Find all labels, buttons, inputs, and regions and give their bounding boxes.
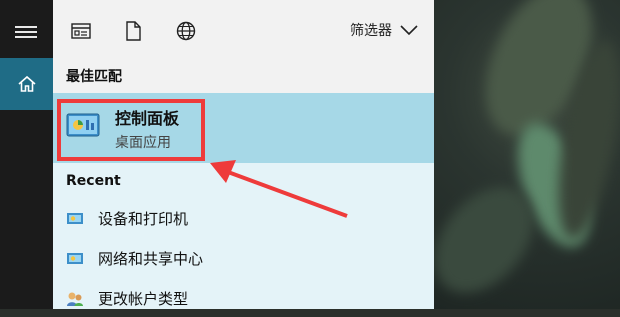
filter-dropdown[interactable]: 筛选器	[350, 20, 418, 40]
menu-icon[interactable]	[15, 24, 37, 40]
search-panel: 筛选器 最佳匹配 控制面板 桌面应用 Recent 设备和打印机 网络和共享中心…	[53, 0, 434, 309]
list-item[interactable]: 更改帐户类型	[53, 281, 434, 317]
document-view-icon[interactable]	[70, 20, 92, 42]
globe-icon[interactable]	[175, 20, 197, 42]
list-item[interactable]: 网络和共享中心	[53, 241, 434, 277]
best-match-item[interactable]: 控制面板 桌面应用	[53, 93, 434, 163]
left-rail	[0, 0, 53, 309]
recent-heading: Recent	[66, 173, 121, 189]
toolbar: 筛选器	[53, 0, 434, 58]
file-icon[interactable]	[122, 20, 144, 42]
chevron-down-icon	[400, 25, 418, 36]
devices-printers-icon	[67, 213, 83, 224]
best-match-title: 控制面板	[115, 109, 180, 128]
recent-section: Recent 设备和打印机 网络和共享中心 更改帐户类型	[53, 163, 434, 309]
network-sharing-icon	[67, 253, 83, 264]
home-button[interactable]	[0, 58, 53, 110]
filter-label: 筛选器	[350, 23, 392, 39]
list-item-label: 网络和共享中心	[98, 250, 204, 268]
control-panel-icon	[66, 113, 100, 137]
home-icon	[18, 75, 36, 92]
list-item[interactable]: 设备和打印机	[53, 201, 434, 237]
best-match-heading: 最佳匹配	[66, 69, 122, 85]
list-item-label: 设备和打印机	[98, 210, 189, 228]
user-accounts-icon	[67, 292, 83, 306]
best-match-subtitle: 桌面应用	[115, 135, 171, 151]
list-item-label: 更改帐户类型	[98, 290, 189, 308]
desktop-background	[434, 0, 620, 309]
